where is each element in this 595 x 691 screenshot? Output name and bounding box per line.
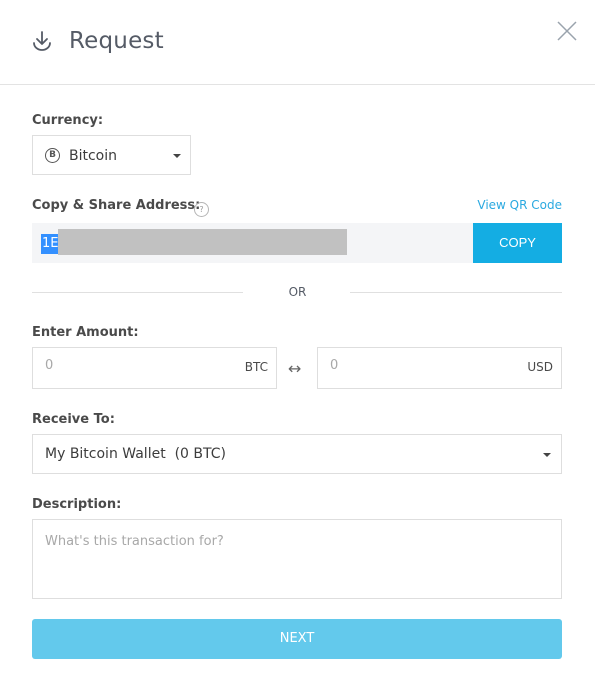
swap-arrows-icon: ↔ [288, 359, 302, 378]
bitcoin-icon: B [45, 148, 60, 163]
modal-header: Request [0, 0, 595, 85]
currency-label: Currency: [32, 113, 104, 128]
address-redaction [58, 229, 347, 255]
address-value[interactable]: 1E [41, 234, 60, 254]
help-icon[interactable]: ? [194, 202, 209, 217]
next-button[interactable]: NEXT [32, 619, 562, 659]
receive-to-label: Receive To: [32, 412, 115, 427]
usd-amount-input[interactable] [330, 358, 480, 373]
btc-unit-label: BTC [244, 360, 268, 374]
chevron-down-icon [173, 154, 181, 158]
chevron-down-icon [543, 453, 551, 457]
wallet-selected-value: My Bitcoin Wallet (0 BTC) [45, 446, 226, 462]
download-icon [33, 31, 51, 51]
address-label: Copy & Share Address: [32, 198, 201, 213]
description-label: Description: [32, 497, 122, 512]
usd-amount-field[interactable]: USD [317, 347, 562, 389]
view-qr-code-link[interactable]: View QR Code [477, 198, 562, 212]
currency-selected-value: Bitcoin [69, 148, 118, 164]
receive-to-select[interactable]: My Bitcoin Wallet (0 BTC) [32, 434, 562, 474]
btc-amount-field[interactable]: BTC [32, 347, 277, 389]
currency-select[interactable]: B Bitcoin [32, 135, 191, 175]
modal-title: Request [69, 28, 164, 54]
close-icon[interactable] [556, 20, 578, 42]
btc-amount-input[interactable] [45, 358, 195, 373]
description-input[interactable] [32, 519, 562, 599]
address-field[interactable]: 1E [32, 223, 474, 263]
copy-button[interactable]: COPY [473, 223, 562, 263]
amount-label: Enter Amount: [32, 325, 139, 340]
divider-right [350, 292, 562, 293]
usd-unit-label: USD [527, 360, 553, 374]
